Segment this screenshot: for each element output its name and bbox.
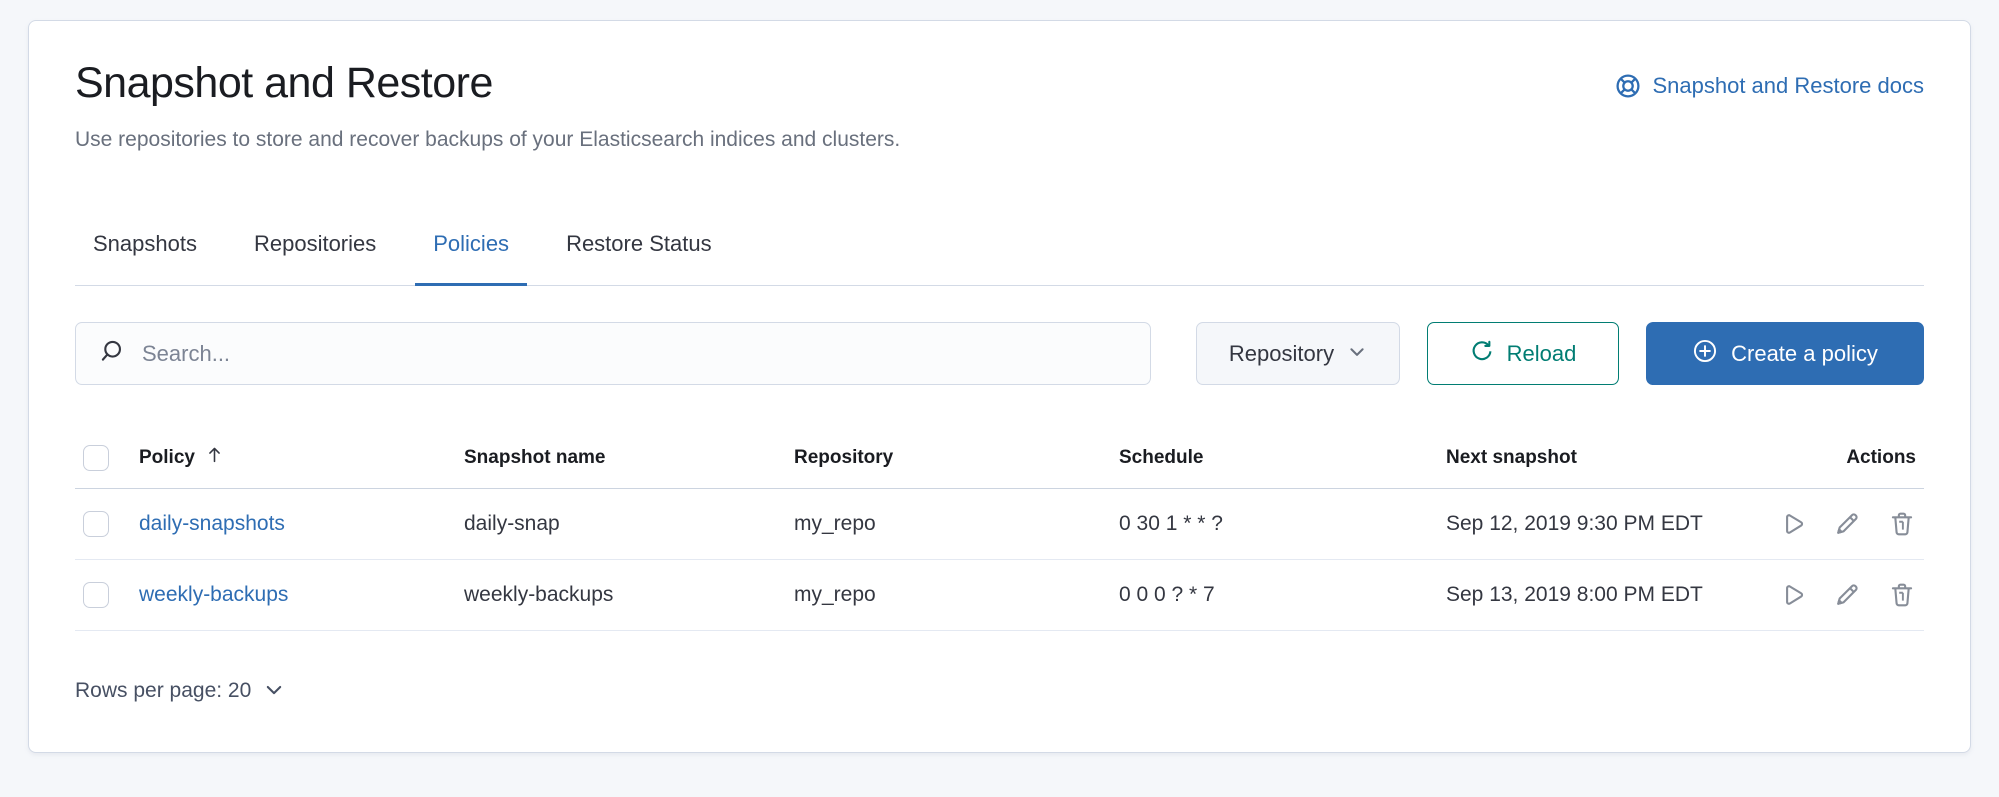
create-policy-button-label: Create a policy <box>1731 341 1878 367</box>
play-icon <box>1778 581 1806 609</box>
edit-policy-button[interactable] <box>1833 581 1861 609</box>
column-header-snapshot-name: Snapshot name <box>456 430 786 489</box>
row-actions <box>1818 581 1916 609</box>
snapshot-restore-panel: Snapshot and Restore Snapshot and Restor… <box>28 20 1971 753</box>
table-row: daily-snapshots daily-snap my_repo 0 30 … <box>75 489 1924 560</box>
column-header-schedule: Schedule <box>1111 430 1438 489</box>
search-icon <box>98 338 124 369</box>
row-actions <box>1818 510 1916 538</box>
chevron-down-icon <box>1347 342 1367 368</box>
rows-per-page-control[interactable]: Rows per page: 20 <box>75 675 285 707</box>
snapshot-name-cell: daily-snap <box>456 489 786 560</box>
delete-policy-button[interactable] <box>1888 510 1916 538</box>
reload-button-label: Reload <box>1507 341 1577 367</box>
column-header-repository: Repository <box>786 430 1111 489</box>
tab-snapshots[interactable]: Snapshots <box>75 231 215 286</box>
sort-ascending-icon <box>204 444 225 471</box>
policy-link[interactable]: daily-snapshots <box>139 512 285 535</box>
tab-repositories[interactable]: Repositories <box>236 231 394 286</box>
row-checkbox[interactable] <box>83 582 109 608</box>
tab-restore-status[interactable]: Restore Status <box>548 231 730 286</box>
toolbar: Repository Reload <box>75 322 1924 385</box>
repository-filter-button[interactable]: Repository <box>1196 322 1400 385</box>
lifebuoy-docs-icon <box>1615 73 1641 99</box>
column-header-policy[interactable]: Policy <box>131 430 456 489</box>
docs-link-label: Snapshot and Restore docs <box>1652 73 1924 99</box>
row-select-cell <box>75 560 131 631</box>
play-icon <box>1778 510 1806 538</box>
search-input[interactable] <box>76 323 1150 384</box>
pencil-icon <box>1833 581 1861 609</box>
edit-policy-button[interactable] <box>1833 510 1861 538</box>
create-policy-button[interactable]: Create a policy <box>1646 322 1924 385</box>
tab-bar: Snapshots Repositories Policies Restore … <box>75 231 1924 286</box>
next-snapshot-cell: Sep 13, 2019 8:00 PM EDT <box>1438 560 1810 631</box>
plus-in-circle-icon <box>1692 338 1718 370</box>
select-all-header-cell <box>75 430 131 489</box>
column-header-policy-label: Policy <box>139 447 195 469</box>
rows-per-page-label: Rows per page: 20 <box>75 679 251 703</box>
repository-filter-label: Repository <box>1229 341 1334 367</box>
run-policy-button[interactable] <box>1778 510 1806 538</box>
pencil-icon <box>1833 510 1861 538</box>
trash-icon <box>1888 581 1916 609</box>
row-select-cell <box>75 489 131 560</box>
column-header-next-snapshot: Next snapshot <box>1438 430 1810 489</box>
docs-link[interactable]: Snapshot and Restore docs <box>1615 73 1924 99</box>
repository-cell: my_repo <box>786 489 1111 560</box>
chevron-down-icon <box>263 679 285 707</box>
column-header-actions: Actions <box>1810 430 1924 489</box>
repository-cell: my_repo <box>786 560 1111 631</box>
table-row: weekly-backups weekly-backups my_repo 0 … <box>75 560 1924 631</box>
refresh-icon <box>1470 339 1494 369</box>
next-snapshot-cell: Sep 12, 2019 9:30 PM EDT <box>1438 489 1810 560</box>
page-title: Snapshot and Restore <box>75 57 493 109</box>
page-subtitle: Use repositories to store and recover ba… <box>75 127 1924 153</box>
page-header: Snapshot and Restore Snapshot and Restor… <box>75 57 1924 109</box>
row-checkbox[interactable] <box>83 511 109 537</box>
schedule-cell: 0 0 0 ? * 7 <box>1111 560 1438 631</box>
search-box <box>75 322 1151 385</box>
schedule-cell: 0 30 1 * * ? <box>1111 489 1438 560</box>
policy-link[interactable]: weekly-backups <box>139 583 288 606</box>
select-all-checkbox[interactable] <box>83 445 109 471</box>
snapshot-name-cell: weekly-backups <box>456 560 786 631</box>
table-header-row: Policy Snapshot name Repository Schedule… <box>75 430 1924 489</box>
tab-policies[interactable]: Policies <box>415 231 527 286</box>
reload-button[interactable]: Reload <box>1427 322 1619 385</box>
run-policy-button[interactable] <box>1778 581 1806 609</box>
delete-policy-button[interactable] <box>1888 581 1916 609</box>
policies-table: Policy Snapshot name Repository Schedule… <box>75 430 1924 631</box>
trash-icon <box>1888 510 1916 538</box>
